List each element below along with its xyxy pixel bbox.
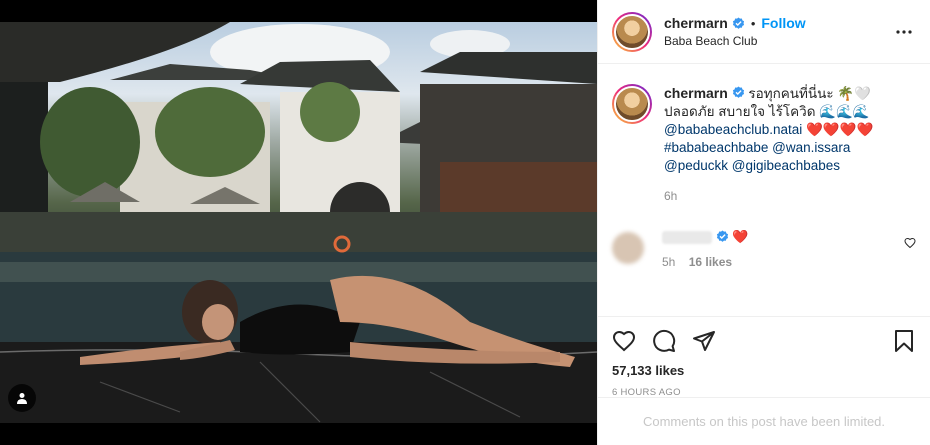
author-username[interactable]: chermarn xyxy=(664,15,728,31)
post-sidebar: chermarn • Follow Baba Beach Club cherma… xyxy=(597,0,930,445)
post-actions: 57,133 likes 6 HOURS AGO xyxy=(598,316,930,398)
caption-hearts: ❤️❤️❤️❤️ xyxy=(806,122,874,137)
verified-badge-icon xyxy=(732,86,744,98)
comments-limited-notice: Comments on this post have been limited. xyxy=(598,397,930,445)
likes-count[interactable]: 57,133 likes xyxy=(612,363,916,378)
mention-link[interactable]: @gigibeachbabes xyxy=(732,158,840,173)
comment-text: ❤️ xyxy=(732,229,749,244)
verified-badge-icon xyxy=(716,230,728,242)
caption-avatar[interactable] xyxy=(612,84,652,124)
photo-scene xyxy=(0,22,597,423)
post-header: chermarn • Follow Baba Beach Club xyxy=(598,0,930,64)
commenter-username[interactable] xyxy=(662,231,712,245)
caption-time[interactable]: 6h xyxy=(664,187,873,205)
comment-time[interactable]: 5h xyxy=(662,255,675,269)
post-caption: chermarn รอทุกคนที่นี่นะ 🌴🤍 ปลอดภัย สบาย… xyxy=(612,84,916,205)
user-tag-icon[interactable] xyxy=(8,384,36,412)
caption-username[interactable]: chermarn xyxy=(664,85,728,101)
post-location[interactable]: Baba Beach Club xyxy=(664,34,892,48)
comment-likes[interactable]: 16 likes xyxy=(689,255,732,269)
comment-like-heart-icon[interactable] xyxy=(904,237,916,249)
mention-link[interactable]: @wan.issara xyxy=(772,140,850,155)
comments-section: chermarn รอทุกคนที่นี่นะ 🌴🤍 ปลอดภัย สบาย… xyxy=(598,64,930,316)
separator-dot: • xyxy=(750,15,756,31)
author-avatar[interactable] xyxy=(612,11,652,52)
caption-text-line2: ปลอดภัย สบายใจ ไร้โควิด 🌊🌊🌊 xyxy=(664,104,870,119)
comment-icon[interactable] xyxy=(652,329,676,353)
commenter-avatar[interactable] xyxy=(612,232,644,264)
post-photo[interactable] xyxy=(0,22,597,423)
caption-text-line1: รอทุกคนที่นี่นะ 🌴🤍 xyxy=(748,86,872,101)
hashtag-link[interactable]: #bababeachbabe xyxy=(664,140,768,155)
verified-badge-icon xyxy=(732,16,744,29)
bookmark-icon[interactable] xyxy=(892,329,916,353)
comment-item: ❤️ 5h 16 likes xyxy=(612,229,916,269)
follow-button[interactable]: Follow xyxy=(761,15,805,31)
more-options-icon[interactable] xyxy=(892,20,916,44)
mention-link[interactable]: @bababeachclub.natai xyxy=(664,122,802,137)
heart-icon[interactable] xyxy=(612,329,636,353)
mention-link[interactable]: @peduckk xyxy=(664,158,728,173)
share-icon[interactable] xyxy=(692,329,716,353)
post-media xyxy=(0,0,597,445)
post-viewer: chermarn • Follow Baba Beach Club cherma… xyxy=(0,0,930,445)
